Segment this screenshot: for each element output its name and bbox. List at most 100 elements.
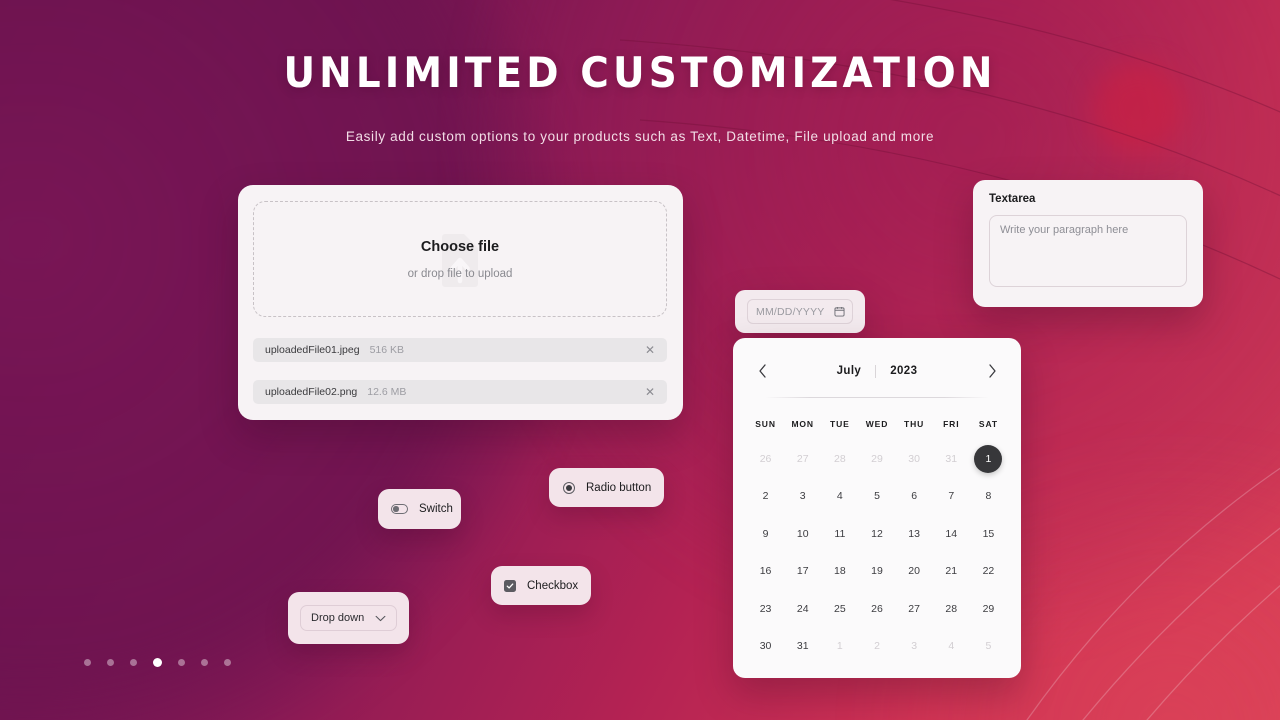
chevron-left-icon[interactable]	[747, 364, 777, 378]
chevron-down-icon[interactable]	[375, 615, 386, 622]
calendar-day[interactable]: 7	[933, 478, 970, 516]
date-input[interactable]: MM/DD/YYYY	[747, 299, 853, 324]
close-icon[interactable]: ✕	[645, 344, 655, 356]
calendar-day[interactable]: 3	[896, 628, 933, 666]
calendar-header: July 2023	[733, 360, 1021, 382]
pagination-dot-active[interactable]	[153, 658, 162, 667]
calendar-day-number: 24	[796, 602, 809, 615]
calendar-day[interactable]: 28	[933, 590, 970, 628]
dropzone-subtitle: or drop file to upload	[407, 267, 513, 280]
calendar-title: July 2023	[777, 364, 977, 378]
calendar-day[interactable]: 5	[970, 628, 1007, 666]
calendar-day[interactable]: 30	[747, 628, 784, 666]
calendar-day-number: 31	[796, 640, 809, 653]
chevron-right-icon[interactable]	[977, 364, 1007, 378]
calendar-day[interactable]: 29	[858, 440, 895, 478]
calendar-day[interactable]: 27	[896, 590, 933, 628]
switch-control[interactable]: Switch	[378, 489, 461, 529]
calendar-day-number: 3	[911, 640, 918, 653]
pagination-dot[interactable]	[178, 659, 185, 666]
calendar-day[interactable]: 4	[933, 628, 970, 666]
calendar-weekday: SUN	[755, 419, 776, 429]
calendar-day[interactable]: 8	[970, 478, 1007, 516]
calendar-day[interactable]: 19	[858, 553, 895, 591]
calendar-day[interactable]: 24	[784, 590, 821, 628]
calendar-day[interactable]: 28	[821, 440, 858, 478]
calendar-day[interactable]: 6	[896, 478, 933, 516]
calendar-day-number: 21	[945, 565, 958, 578]
calendar-day-number: 1	[974, 444, 1003, 473]
calendar-day[interactable]: 3	[784, 478, 821, 516]
calendar-day[interactable]: 21	[933, 553, 970, 591]
calendar-day[interactable]: 31	[933, 440, 970, 478]
pagination-dot[interactable]	[84, 659, 91, 666]
calendar-day[interactable]: 26	[747, 440, 784, 478]
calendar-day[interactable]: 10	[784, 515, 821, 553]
calendar-day[interactable]: 11	[821, 515, 858, 553]
dropdown-select[interactable]: Drop down	[300, 605, 397, 631]
calendar-day[interactable]: 22	[970, 553, 1007, 591]
calendar-day-number: 18	[834, 565, 846, 578]
calendar-day-number: 31	[945, 452, 958, 465]
calendar-day[interactable]: 17	[784, 553, 821, 591]
calendar-day-selected[interactable]: 1	[970, 440, 1007, 478]
calendar-day[interactable]: 25	[821, 590, 858, 628]
calendar-day-number: 10	[796, 527, 809, 540]
calendar-day-number: 28	[945, 602, 958, 615]
uploaded-file-row: uploadedFile01.jpeg 516 KB ✕	[253, 338, 667, 362]
calendar-day[interactable]: 12	[858, 515, 895, 553]
file-upload-card: Choose file or drop file to upload uploa…	[238, 185, 683, 420]
calendar-day[interactable]: 13	[896, 515, 933, 553]
calendar-day[interactable]: 2	[747, 478, 784, 516]
calendar-day-number: 29	[871, 452, 883, 465]
calendar-day-number: 27	[908, 602, 920, 615]
calendar-day-number: 2	[762, 490, 769, 503]
calendar-day[interactable]: 4	[821, 478, 858, 516]
calendar-day[interactable]: 1	[821, 628, 858, 666]
calendar-day[interactable]: 18	[821, 553, 858, 591]
calendar-day-number: 16	[759, 565, 772, 578]
radio-control[interactable]: Radio button	[549, 468, 664, 507]
pagination-dot[interactable]	[201, 659, 208, 666]
calendar-day-number: 22	[982, 565, 995, 578]
calendar-day[interactable]: 29	[970, 590, 1007, 628]
calendar-day-number: 4	[948, 640, 955, 653]
calendar-day-number: 9	[762, 527, 769, 540]
calendar-day[interactable]: 2	[858, 628, 895, 666]
close-icon[interactable]: ✕	[645, 386, 655, 398]
calendar-day[interactable]: 14	[933, 515, 970, 553]
calendar-day[interactable]: 30	[896, 440, 933, 478]
calendar-day[interactable]: 23	[747, 590, 784, 628]
page-title: UNLIMITED CUSTOMIZATION	[283, 48, 997, 97]
calendar-day[interactable]: 27	[784, 440, 821, 478]
calendar-day[interactable]: 9	[747, 515, 784, 553]
textarea-card: Textarea Write your paragraph here	[973, 180, 1203, 307]
checkbox-control[interactable]: Checkbox	[491, 566, 591, 605]
checkbox-checked-icon[interactable]	[504, 579, 516, 592]
pagination-dot[interactable]	[224, 659, 231, 666]
toggle-off-icon[interactable]	[391, 504, 408, 514]
calendar-day-number: 26	[759, 452, 772, 465]
file-size: 12.6 MB	[367, 386, 407, 398]
calendar-month[interactable]: July	[837, 365, 862, 377]
calendar-icon[interactable]	[834, 306, 845, 317]
calendar-day-number: 5	[874, 490, 880, 503]
calendar-weekday: MON	[791, 419, 814, 429]
file-size: 516 KB	[369, 344, 405, 356]
calendar-day[interactable]: 20	[896, 553, 933, 591]
calendar-day-number: 26	[871, 602, 883, 615]
textarea-placeholder: Write your paragraph here	[1000, 224, 1129, 236]
calendar-day[interactable]: 26	[858, 590, 895, 628]
calendar-day[interactable]: 31	[784, 628, 821, 666]
calendar-year[interactable]: 2023	[890, 365, 917, 377]
radio-selected-icon[interactable]	[563, 481, 575, 494]
textarea-input[interactable]: Write your paragraph here	[989, 215, 1187, 287]
uploaded-file-row: uploadedFile02.png 12.6 MB ✕	[253, 380, 667, 404]
pagination-dot[interactable]	[107, 659, 114, 666]
calendar-weekday: TUE	[830, 419, 850, 429]
pagination-dot[interactable]	[130, 659, 137, 666]
calendar-day[interactable]: 16	[747, 553, 784, 591]
file-dropzone[interactable]: Choose file or drop file to upload	[253, 201, 667, 317]
calendar-day[interactable]: 5	[858, 478, 895, 516]
calendar-day[interactable]: 15	[970, 515, 1007, 553]
